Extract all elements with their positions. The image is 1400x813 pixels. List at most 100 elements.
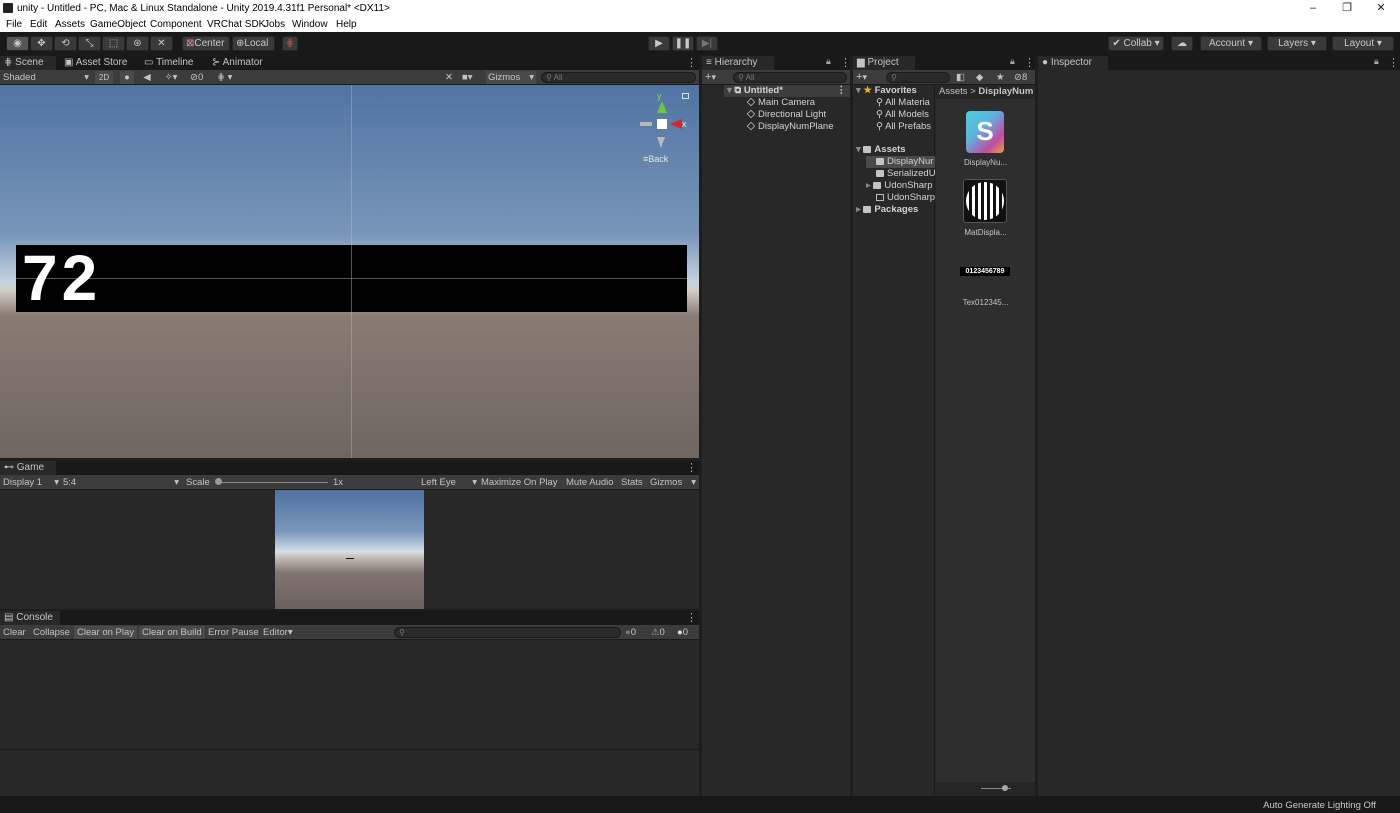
- menu-jobs[interactable]: Jobs: [264, 19, 285, 30]
- lock-icon[interactable]: 🔒︎: [826, 56, 831, 67]
- game-gizmos-dropdown[interactable]: Gizmos ▾: [650, 476, 698, 489]
- breadcrumb-current[interactable]: DisplayNum: [978, 86, 1033, 97]
- search-by-label-button[interactable]: ◆: [976, 71, 983, 84]
- folder-row-selected[interactable]: DisplayNur: [866, 156, 935, 168]
- layers-dropdown[interactable]: Layers ▾: [1267, 36, 1327, 51]
- search-by-type-button[interactable]: ◧: [956, 71, 965, 84]
- display-num-plane[interactable]: 72: [16, 243, 687, 313]
- favorite-button[interactable]: ★: [996, 71, 1005, 84]
- menu-component[interactable]: Component: [150, 19, 202, 30]
- lock-icon[interactable]: 🔒︎: [1374, 56, 1379, 67]
- list-item[interactable]: ⚲ All Models: [876, 109, 929, 121]
- folder-row[interactable]: ▸ UdonSharp: [866, 180, 935, 192]
- custom-tool-button[interactable]: ✕: [150, 36, 173, 51]
- menu-window[interactable]: Window: [292, 19, 328, 30]
- collab-button[interactable]: ✔ Collab ▾: [1108, 36, 1164, 51]
- tab-game[interactable]: ⊷ Game: [0, 461, 56, 475]
- scale-slider-handle[interactable]: [215, 478, 222, 485]
- snap-button[interactable]: ⋕: [282, 36, 298, 51]
- tab-console[interactable]: ▤ Console: [0, 611, 60, 625]
- menu-gameobject[interactable]: GameObject: [90, 19, 146, 30]
- maximize-on-play-toggle[interactable]: Maximize On Play: [481, 476, 558, 489]
- stereo-eye-dropdown[interactable]: Left Eye ▾: [421, 476, 477, 489]
- folder-row[interactable]: SerializedU: [876, 168, 935, 180]
- pause-button[interactable]: ❚❚: [672, 36, 694, 51]
- tab-timeline[interactable]: ▭ Timeline: [140, 56, 205, 70]
- warning-count-toggle[interactable]: ⚠0: [651, 626, 665, 639]
- mode-2d-button[interactable]: 2D: [95, 71, 113, 84]
- console-search-input[interactable]: ⚲: [394, 627, 621, 638]
- favorites-row[interactable]: ▾ ★ Favorites: [856, 85, 917, 97]
- asset-item-label[interactable]: Tex012345...: [936, 298, 1035, 307]
- folder-row[interactable]: UdonSharp: [876, 192, 935, 204]
- project-search-input[interactable]: ⚲: [886, 72, 950, 83]
- transform-tool-button[interactable]: ⊛: [126, 36, 149, 51]
- game-menu-icon[interactable]: ⋮: [686, 461, 697, 474]
- menu-file[interactable]: File: [6, 19, 22, 30]
- clear-on-play-toggle[interactable]: Clear on Play: [74, 626, 138, 639]
- menu-edit[interactable]: Edit: [30, 19, 47, 30]
- tab-animator[interactable]: ⊱ Animator: [208, 56, 273, 70]
- create-dropdown[interactable]: +▾: [856, 71, 867, 84]
- play-button[interactable]: ▶: [648, 36, 670, 51]
- hierarchy-menu-icon[interactable]: ⋮: [840, 56, 851, 69]
- grid-dropdown[interactable]: ⋕ ▾: [217, 71, 245, 84]
- view-back-label[interactable]: ≡Back: [643, 154, 668, 164]
- pivot-local-button[interactable]: ⊕Local: [232, 36, 275, 51]
- error-count-toggle[interactable]: ●0: [677, 626, 688, 639]
- tab-project[interactable]: ▆ Project: [853, 56, 915, 70]
- scene-tools-button[interactable]: ✕: [442, 71, 456, 84]
- account-dropdown[interactable]: Account ▾: [1200, 36, 1262, 51]
- inspector-menu-icon[interactable]: ⋮: [1388, 56, 1399, 69]
- mute-audio-toggle[interactable]: Mute Audio: [566, 476, 614, 489]
- texture-asset-preview[interactable]: 0123456789: [960, 267, 1010, 276]
- scene-root-row[interactable]: ▾ ⧉ Untitled* ⋮: [724, 85, 850, 97]
- lighting-toggle[interactable]: ●: [120, 71, 134, 84]
- hand-tool-button[interactable]: ◉: [6, 36, 29, 51]
- console-clear-button[interactable]: Clear: [3, 626, 26, 639]
- restore-button[interactable]: ❐: [1332, 0, 1362, 17]
- audio-toggle[interactable]: ◀: [140, 71, 154, 84]
- clear-on-build-toggle[interactable]: Clear on Build: [139, 626, 205, 639]
- scale-slider-track[interactable]: [216, 482, 328, 483]
- scene-orientation-gizmo[interactable]: y x ≡Back: [638, 91, 694, 171]
- breadcrumb-root[interactable]: Assets: [939, 86, 968, 97]
- list-item[interactable]: Main Camera: [747, 97, 815, 109]
- display-dropdown[interactable]: Display 1 ▾: [3, 476, 59, 489]
- icon-size-slider-handle[interactable]: [1002, 785, 1008, 791]
- scene-menu-icon[interactable]: ⋮: [686, 56, 697, 69]
- lock-icon[interactable]: 🔒︎: [1010, 56, 1015, 67]
- cloud-button[interactable]: ☁: [1171, 36, 1193, 51]
- menu-vrchat-sdk[interactable]: VRChat SDK: [207, 19, 265, 30]
- console-log-list[interactable]: [0, 641, 699, 749]
- tab-scene[interactable]: ⋕ Scene: [0, 56, 56, 70]
- rotate-tool-button[interactable]: ⟲: [54, 36, 77, 51]
- gizmo-y-axis-icon[interactable]: [657, 101, 667, 113]
- scene-search-input[interactable]: ⚲ All: [541, 72, 696, 83]
- stats-toggle[interactable]: Stats: [621, 476, 643, 489]
- asset-item-label[interactable]: DisplayNu...: [936, 158, 1035, 167]
- gizmo-x-axis-icon[interactable]: [670, 119, 682, 129]
- packages-row[interactable]: ▸ Packages: [856, 204, 918, 216]
- camera-dropdown[interactable]: ■▾: [462, 71, 484, 84]
- tab-asset-store[interactable]: ▣ Asset Store: [60, 56, 136, 70]
- list-item[interactable]: Directional Light: [747, 109, 826, 121]
- hidden-objects-toggle[interactable]: ⊘0: [190, 71, 214, 84]
- gizmo-neg-y-icon[interactable]: [657, 137, 665, 148]
- step-button[interactable]: ▶|: [696, 36, 718, 51]
- gizmo-neg-x-icon[interactable]: [640, 122, 652, 126]
- scale-tool-button[interactable]: ⤡: [78, 36, 101, 51]
- close-button[interactable]: ✕: [1366, 0, 1396, 17]
- log-count-toggle[interactable]: ●0: [625, 626, 636, 639]
- asset-item-label[interactable]: MatDispla...: [936, 228, 1035, 237]
- scene-gizmos-dropdown[interactable]: Gizmos ▾: [486, 71, 536, 84]
- minimize-button[interactable]: –: [1298, 0, 1328, 17]
- console-menu-icon[interactable]: ⋮: [686, 611, 697, 624]
- rect-tool-button[interactable]: ⬚: [102, 36, 125, 51]
- effects-dropdown[interactable]: ✧▾: [160, 71, 182, 84]
- tab-hierarchy[interactable]: ≡ Hierarchy: [702, 56, 774, 70]
- menu-assets[interactable]: Assets: [55, 19, 85, 30]
- create-dropdown[interactable]: +▾: [705, 71, 716, 84]
- scene-viewport[interactable]: 72 y x ≡Back: [0, 85, 699, 458]
- error-pause-toggle[interactable]: Error Pause: [208, 626, 259, 639]
